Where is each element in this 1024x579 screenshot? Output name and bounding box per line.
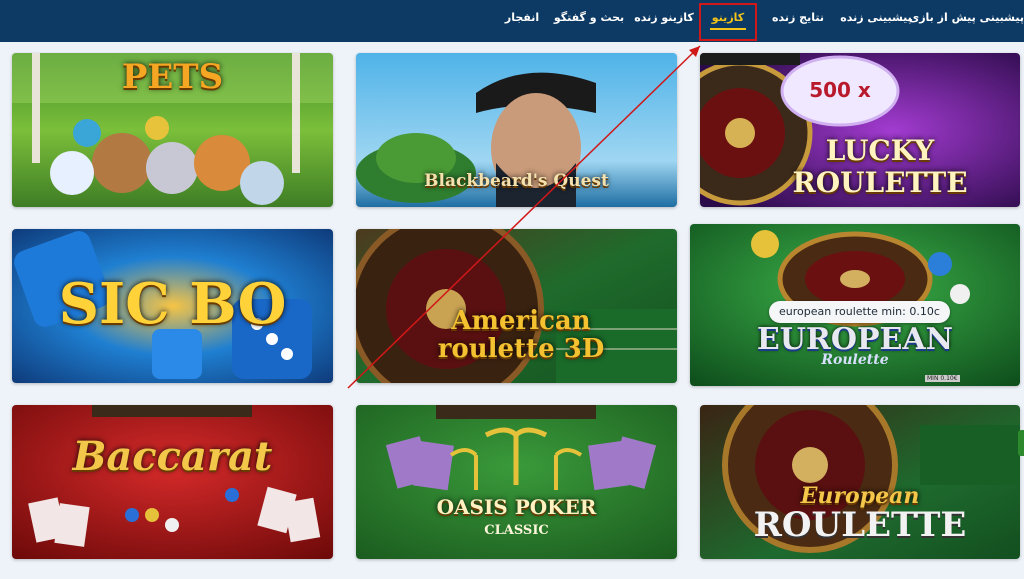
game-title: OASIS POKER: [436, 495, 597, 519]
top-nav: پیشبینی پیش از بازی پیشبینی زنده نتایج ز…: [0, 0, 1024, 42]
game-tile-blackbeards-quest[interactable]: Blackbeard's Quest: [356, 53, 677, 207]
game-tooltip: european roulette min: 0.10c: [769, 301, 950, 323]
game-tile-lucky-roulette[interactable]: 500 x LUCKY ROULETTE: [700, 53, 1020, 207]
game-subtitle: CLASSIC: [484, 523, 549, 538]
game-title: SIC BO: [58, 271, 287, 337]
game-tile-baccarat[interactable]: Baccarat: [12, 405, 333, 559]
game-subtitle: Roulette: [821, 352, 889, 368]
game-title: LUCKY ROULETTE: [792, 134, 968, 199]
game-tile-american-roulette-3d[interactable]: American roulette 3D: [356, 229, 677, 383]
nav-item-prematch[interactable]: پیشبینی پیش از بازی: [909, 0, 1024, 42]
nav-item-live-betting[interactable]: پیشبینی زنده: [838, 0, 914, 42]
game-tile-sic-bo[interactable]: SIC BO: [12, 229, 333, 383]
side-widget-tab[interactable]: [1018, 430, 1024, 456]
nav-item-discussion[interactable]: بحث و گفتگو: [550, 0, 628, 42]
nav-item-live-results[interactable]: نتایج زنده: [760, 0, 836, 42]
annotation-highlight-box: [699, 3, 757, 41]
game-title: PETS: [121, 57, 224, 97]
game-subtitle: ROULETTE: [753, 505, 967, 545]
game-title: Blackbeard's Quest: [424, 171, 609, 191]
game-tile-oasis-poker[interactable]: OASIS POKER CLASSIC: [356, 405, 677, 559]
game-tile-pets[interactable]: PETS: [12, 53, 333, 207]
game-tile-european-roulette-2[interactable]: European ROULETTE: [700, 405, 1020, 559]
min-bet-badge: MIN 0.10€: [925, 375, 960, 382]
nav-item-crash[interactable]: انفجار: [494, 0, 550, 42]
multiplier-badge: 500 x: [809, 78, 871, 102]
game-title: American roulette 3D: [437, 306, 605, 364]
nav-item-live-casino[interactable]: کازینو زنده: [628, 0, 700, 42]
game-title: Baccarat: [72, 433, 273, 480]
